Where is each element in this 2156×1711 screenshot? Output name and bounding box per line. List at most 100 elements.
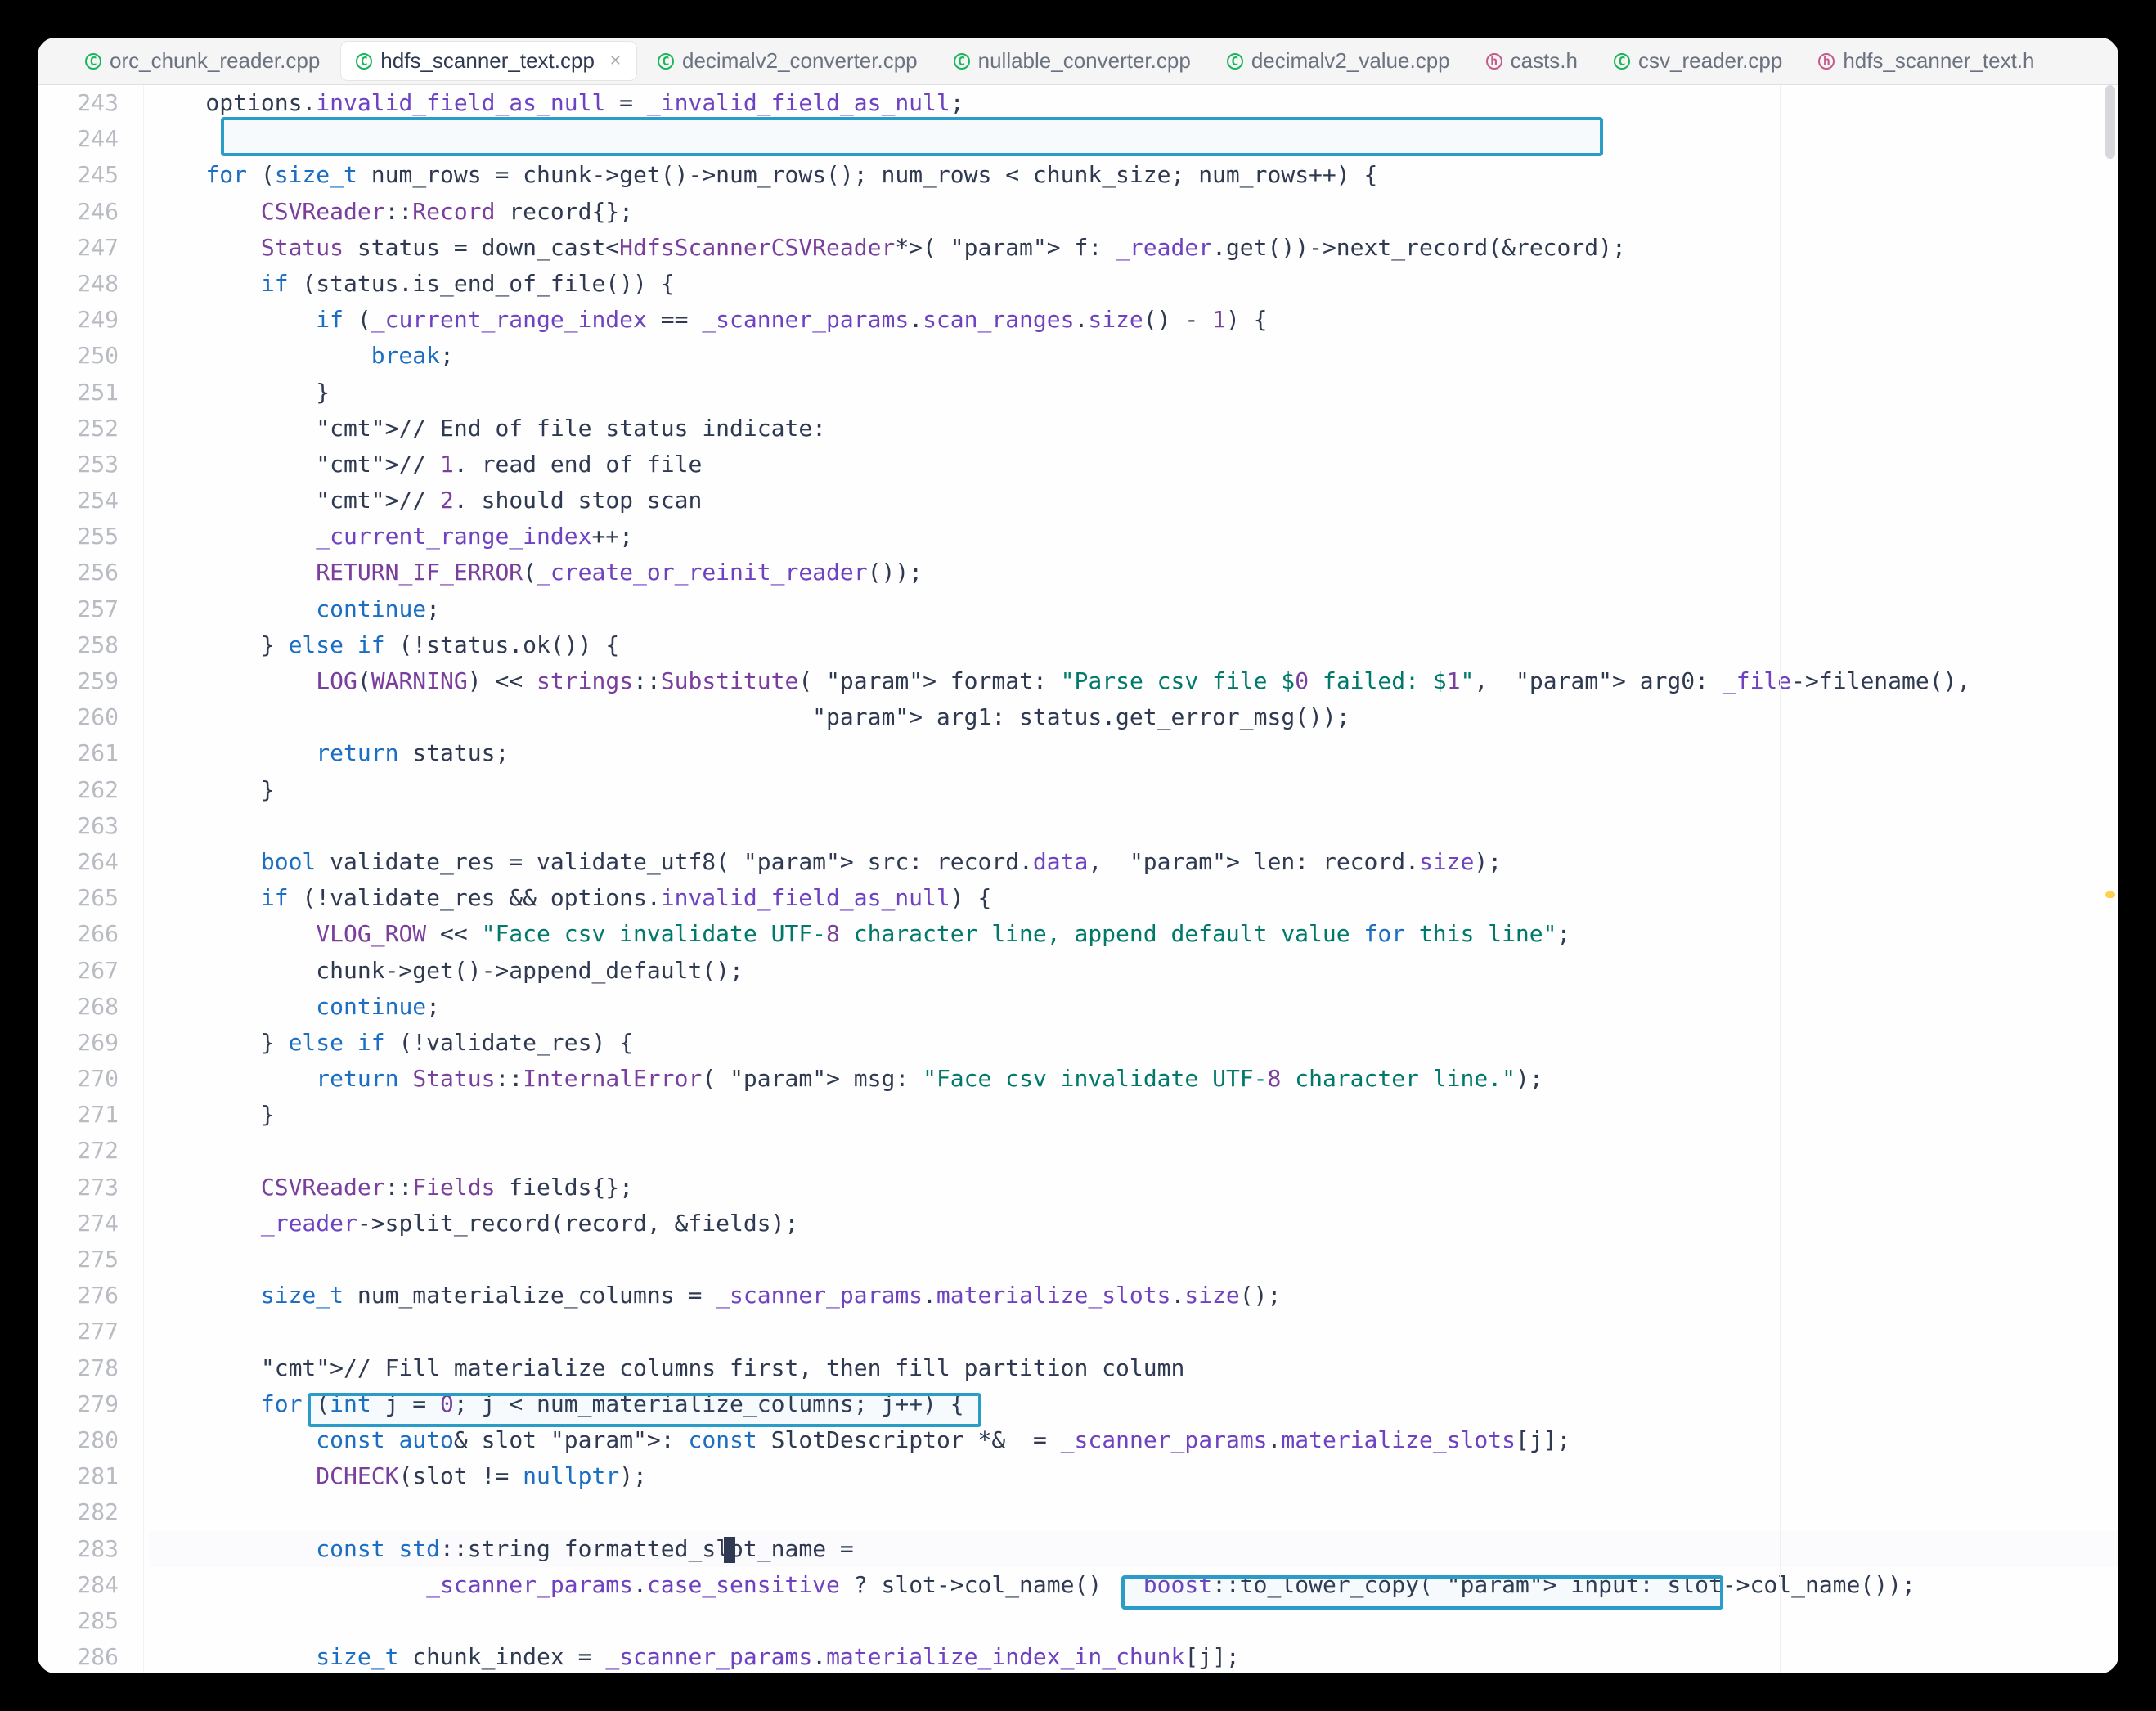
line-number: 279 [38, 1386, 119, 1422]
code-line[interactable]: _scanner_params.case_sensitive ? slot->c… [150, 1567, 2118, 1603]
tab-csv-reader[interactable]: C csv_reader.cpp [1599, 42, 1797, 80]
cpp-icon: C [658, 53, 674, 70]
code-line[interactable] [150, 1314, 2118, 1349]
code-line[interactable]: _reader->split_record(record, &fields); [150, 1206, 2118, 1242]
line-number: 257 [38, 591, 119, 627]
line-number: 244 [38, 121, 119, 157]
line-number: 278 [38, 1350, 119, 1386]
line-number: 268 [38, 989, 119, 1025]
cpp-icon: C [1614, 53, 1630, 70]
code-line[interactable]: } [150, 1097, 2118, 1133]
code-line[interactable]: } [150, 772, 2118, 808]
code-line[interactable] [150, 121, 2118, 157]
tab-label: csv_reader.cpp [1638, 48, 1782, 74]
line-number: 252 [38, 411, 119, 447]
line-number: 269 [38, 1025, 119, 1061]
code-line[interactable]: for (int j = 0; j < num_materialize_colu… [150, 1386, 2118, 1422]
code-line[interactable]: } else if (!status.ok()) { [150, 627, 2118, 663]
tab-label: casts.h [1511, 48, 1578, 74]
line-number: 284 [38, 1567, 119, 1603]
code-line[interactable]: } [150, 375, 2118, 411]
code-line[interactable] [150, 1603, 2118, 1639]
line-number-gutter: 2432442452462472482492502512522532542552… [38, 85, 144, 1673]
code-line[interactable]: "cmt">// 2. should stop scan [150, 483, 2118, 519]
line-number: 265 [38, 880, 119, 916]
line-number: 255 [38, 519, 119, 555]
line-number: 280 [38, 1422, 119, 1458]
line-number: 266 [38, 916, 119, 952]
code-line[interactable]: CSVReader::Fields fields{}; [150, 1170, 2118, 1206]
code-line[interactable]: return Status::InternalError( "param"> m… [150, 1061, 2118, 1097]
code-line[interactable]: _current_range_index++; [150, 519, 2118, 555]
code-line[interactable]: } else if (!validate_res) { [150, 1025, 2118, 1061]
line-number: 282 [38, 1494, 119, 1530]
code-line[interactable]: size_t num_materialize_columns = _scanne… [150, 1278, 2118, 1314]
code-line[interactable]: break; [150, 338, 2118, 374]
code-line[interactable]: "param"> arg1: status.get_error_msg()); [150, 699, 2118, 735]
scroll-marker [2105, 85, 2115, 159]
tab-casts-h[interactable]: h casts.h [1471, 42, 1592, 80]
line-number: 258 [38, 627, 119, 663]
code-line[interactable]: size_t chunk_index = _scanner_params.mat… [150, 1639, 2118, 1673]
code-line[interactable]: "cmt">// 1. read end of file [150, 447, 2118, 483]
line-number: 272 [38, 1133, 119, 1169]
tab-decimalv2-converter[interactable]: C decimalv2_converter.cpp [643, 42, 932, 80]
tab-label: nullable_converter.cpp [978, 48, 1191, 74]
line-number: 275 [38, 1242, 119, 1278]
code-line[interactable]: "cmt">// End of file status indicate: [150, 411, 2118, 447]
code-line[interactable]: continue; [150, 591, 2118, 627]
code-line[interactable]: "cmt">// Fill materialize columns first,… [150, 1350, 2118, 1386]
code-line[interactable]: const std::string formatted_slot_name = [150, 1531, 2118, 1567]
code-line[interactable]: chunk->get()->append_default(); [150, 953, 2118, 989]
line-number: 249 [38, 302, 119, 338]
scrollbar[interactable] [2102, 85, 2118, 1673]
code-line[interactable] [150, 808, 2118, 844]
code-line[interactable]: for (size_t num_rows = chunk->get()->num… [150, 157, 2118, 193]
line-number: 243 [38, 85, 119, 121]
line-number: 286 [38, 1639, 119, 1673]
line-number: 250 [38, 338, 119, 374]
code-line[interactable]: const auto& slot "param">: const SlotDes… [150, 1422, 2118, 1458]
cpp-icon: C [85, 53, 101, 70]
line-number: 246 [38, 194, 119, 230]
tab-label: decimalv2_converter.cpp [682, 48, 918, 74]
header-icon: h [1486, 53, 1502, 70]
code-line[interactable]: options.invalid_field_as_null = _invalid… [150, 85, 2118, 121]
code-line[interactable]: DCHECK(slot != nullptr); [150, 1458, 2118, 1494]
line-number: 251 [38, 375, 119, 411]
code-line[interactable]: bool validate_res = validate_utf8( "para… [150, 844, 2118, 880]
cpp-icon: C [1227, 53, 1243, 70]
code-line[interactable]: CSVReader::Record record{}; [150, 194, 2118, 230]
tab-hdfs-scanner-text-h[interactable]: h hdfs_scanner_text.h [1803, 42, 2049, 80]
code-line[interactable]: LOG(WARNING) << strings::Substitute( "pa… [150, 663, 2118, 699]
tab-nullable-converter[interactable]: C nullable_converter.cpp [939, 42, 1206, 80]
line-number: 259 [38, 663, 119, 699]
code-line[interactable]: if (_current_range_index == _scanner_par… [150, 302, 2118, 338]
line-number: 276 [38, 1278, 119, 1314]
code-line[interactable]: VLOG_ROW << "Face csv invalidate UTF-8 c… [150, 916, 2118, 952]
editor-window: C orc_chunk_reader.cpp C hdfs_scanner_te… [38, 38, 2118, 1673]
tab-hdfs-scanner-text[interactable]: C hdfs_scanner_text.cpp ✕ [341, 42, 636, 80]
line-number: 253 [38, 447, 119, 483]
tab-label: orc_chunk_reader.cpp [110, 48, 320, 74]
right-margin-guide [1780, 85, 1781, 1673]
line-number: 283 [38, 1531, 119, 1567]
code-line[interactable] [150, 1494, 2118, 1530]
line-number: 264 [38, 844, 119, 880]
close-icon[interactable]: ✕ [609, 52, 622, 70]
code-line[interactable]: if (!validate_res && options.invalid_fie… [150, 880, 2118, 916]
code-line[interactable]: continue; [150, 989, 2118, 1025]
code-line[interactable]: RETURN_IF_ERROR(_create_or_reinit_reader… [150, 555, 2118, 591]
line-number: 254 [38, 483, 119, 519]
tab-orc-chunk-reader[interactable]: C orc_chunk_reader.cpp [70, 42, 335, 80]
code-line[interactable] [150, 1133, 2118, 1169]
line-number: 245 [38, 157, 119, 193]
code-line[interactable]: Status status = down_cast<HdfsScannerCSV… [150, 230, 2118, 266]
code-line[interactable]: return status; [150, 735, 2118, 771]
tab-decimalv2-value[interactable]: C decimalv2_value.cpp [1212, 42, 1465, 80]
line-number: 260 [38, 699, 119, 735]
code-line[interactable]: if (status.is_end_of_file()) { [150, 266, 2118, 302]
tab-label: hdfs_scanner_text.cpp [380, 48, 595, 74]
code-line[interactable] [150, 1242, 2118, 1278]
code-area[interactable]: options.invalid_field_as_null = _invalid… [144, 85, 2118, 1673]
